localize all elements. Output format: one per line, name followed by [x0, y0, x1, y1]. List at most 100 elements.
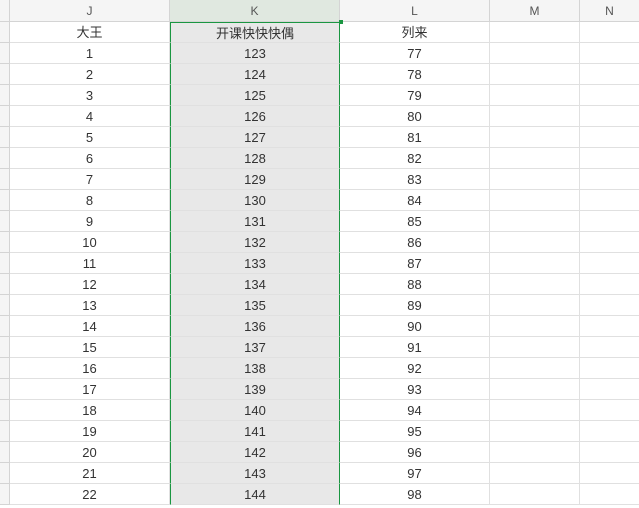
cell[interactable]: 80	[340, 106, 490, 127]
cell[interactable]: 128	[170, 148, 340, 169]
cell[interactable]: 91	[340, 337, 490, 358]
cell[interactable]: 21	[10, 463, 170, 484]
cell[interactable]: 123	[170, 43, 340, 64]
cell[interactable]	[580, 148, 639, 169]
cell-header-l[interactable]: 列来	[340, 22, 490, 43]
cell[interactable]: 96	[340, 442, 490, 463]
cell[interactable]	[490, 316, 580, 337]
col-header-m[interactable]: M	[490, 0, 580, 22]
cell[interactable]	[490, 169, 580, 190]
cell[interactable]	[490, 421, 580, 442]
cell[interactable]	[490, 484, 580, 505]
cell[interactable]	[580, 379, 639, 400]
cell[interactable]	[580, 253, 639, 274]
cell[interactable]: 14	[10, 316, 170, 337]
cell[interactable]: 92	[340, 358, 490, 379]
col-header-j[interactable]: J	[10, 0, 170, 22]
cell[interactable]: 15	[10, 337, 170, 358]
cell[interactable]	[490, 148, 580, 169]
cell-header-m[interactable]	[490, 22, 580, 43]
cell[interactable]: 133	[170, 253, 340, 274]
cell[interactable]: 20	[10, 442, 170, 463]
cell[interactable]: 8	[10, 190, 170, 211]
cell[interactable]: 98	[340, 484, 490, 505]
cell[interactable]	[580, 43, 639, 64]
cell[interactable]: 138	[170, 358, 340, 379]
cell[interactable]	[580, 400, 639, 421]
col-header-n[interactable]: N	[580, 0, 639, 22]
cell[interactable]: 22	[10, 484, 170, 505]
cell[interactable]: 87	[340, 253, 490, 274]
cell[interactable]: 93	[340, 379, 490, 400]
cell[interactable]: 82	[340, 148, 490, 169]
cell[interactable]: 129	[170, 169, 340, 190]
cell-header-k[interactable]: 开课快快快偶	[170, 22, 340, 43]
cell[interactable]: 95	[340, 421, 490, 442]
cell[interactable]: 124	[170, 64, 340, 85]
cell[interactable]	[580, 442, 639, 463]
cell[interactable]: 9	[10, 211, 170, 232]
cell[interactable]: 130	[170, 190, 340, 211]
cell[interactable]: 81	[340, 127, 490, 148]
cell[interactable]: 16	[10, 358, 170, 379]
cell[interactable]	[490, 232, 580, 253]
cell[interactable]: 85	[340, 211, 490, 232]
cell[interactable]: 141	[170, 421, 340, 442]
cell[interactable]: 19	[10, 421, 170, 442]
spreadsheet-grid[interactable]: J K L M N 大王 开课快快快偶 列来 11237721247831257…	[0, 0, 639, 505]
cell[interactable]	[580, 463, 639, 484]
cell[interactable]	[490, 43, 580, 64]
cell[interactable]: 132	[170, 232, 340, 253]
cell[interactable]	[580, 232, 639, 253]
cell[interactable]: 89	[340, 295, 490, 316]
col-header-l[interactable]: L	[340, 0, 490, 22]
cell[interactable]	[580, 190, 639, 211]
cell[interactable]: 18	[10, 400, 170, 421]
cell[interactable]	[490, 127, 580, 148]
cell[interactable]	[490, 190, 580, 211]
cell[interactable]	[580, 358, 639, 379]
cell[interactable]: 142	[170, 442, 340, 463]
cell[interactable]	[580, 127, 639, 148]
cell[interactable]: 1	[10, 43, 170, 64]
cell[interactable]: 77	[340, 43, 490, 64]
cell[interactable]	[490, 274, 580, 295]
cell[interactable]: 140	[170, 400, 340, 421]
cell[interactable]: 12	[10, 274, 170, 295]
cell[interactable]: 134	[170, 274, 340, 295]
cell[interactable]: 79	[340, 85, 490, 106]
cell[interactable]	[490, 295, 580, 316]
cell[interactable]	[490, 211, 580, 232]
cell[interactable]: 90	[340, 316, 490, 337]
cell-header-n[interactable]	[580, 22, 639, 43]
cell[interactable]: 78	[340, 64, 490, 85]
cell[interactable]: 137	[170, 337, 340, 358]
cell[interactable]: 135	[170, 295, 340, 316]
cell[interactable]	[580, 316, 639, 337]
cell[interactable]	[580, 421, 639, 442]
cell[interactable]: 17	[10, 379, 170, 400]
cell[interactable]: 136	[170, 316, 340, 337]
cell[interactable]: 127	[170, 127, 340, 148]
cell[interactable]: 5	[10, 127, 170, 148]
cell[interactable]	[490, 64, 580, 85]
cell[interactable]: 97	[340, 463, 490, 484]
cell[interactable]	[580, 484, 639, 505]
selection-handle-top[interactable]	[339, 20, 343, 24]
cell[interactable]: 6	[10, 148, 170, 169]
cell[interactable]	[580, 85, 639, 106]
cell[interactable]: 126	[170, 106, 340, 127]
cell[interactable]	[490, 463, 580, 484]
cell[interactable]	[580, 337, 639, 358]
cell[interactable]	[490, 442, 580, 463]
cell[interactable]: 83	[340, 169, 490, 190]
cell[interactable]: 3	[10, 85, 170, 106]
cell[interactable]: 2	[10, 64, 170, 85]
cell[interactable]	[490, 337, 580, 358]
cell[interactable]	[580, 211, 639, 232]
cell[interactable]	[490, 253, 580, 274]
cell[interactable]: 4	[10, 106, 170, 127]
cell-header-j[interactable]: 大王	[10, 22, 170, 43]
cell[interactable]: 131	[170, 211, 340, 232]
cell[interactable]: 13	[10, 295, 170, 316]
